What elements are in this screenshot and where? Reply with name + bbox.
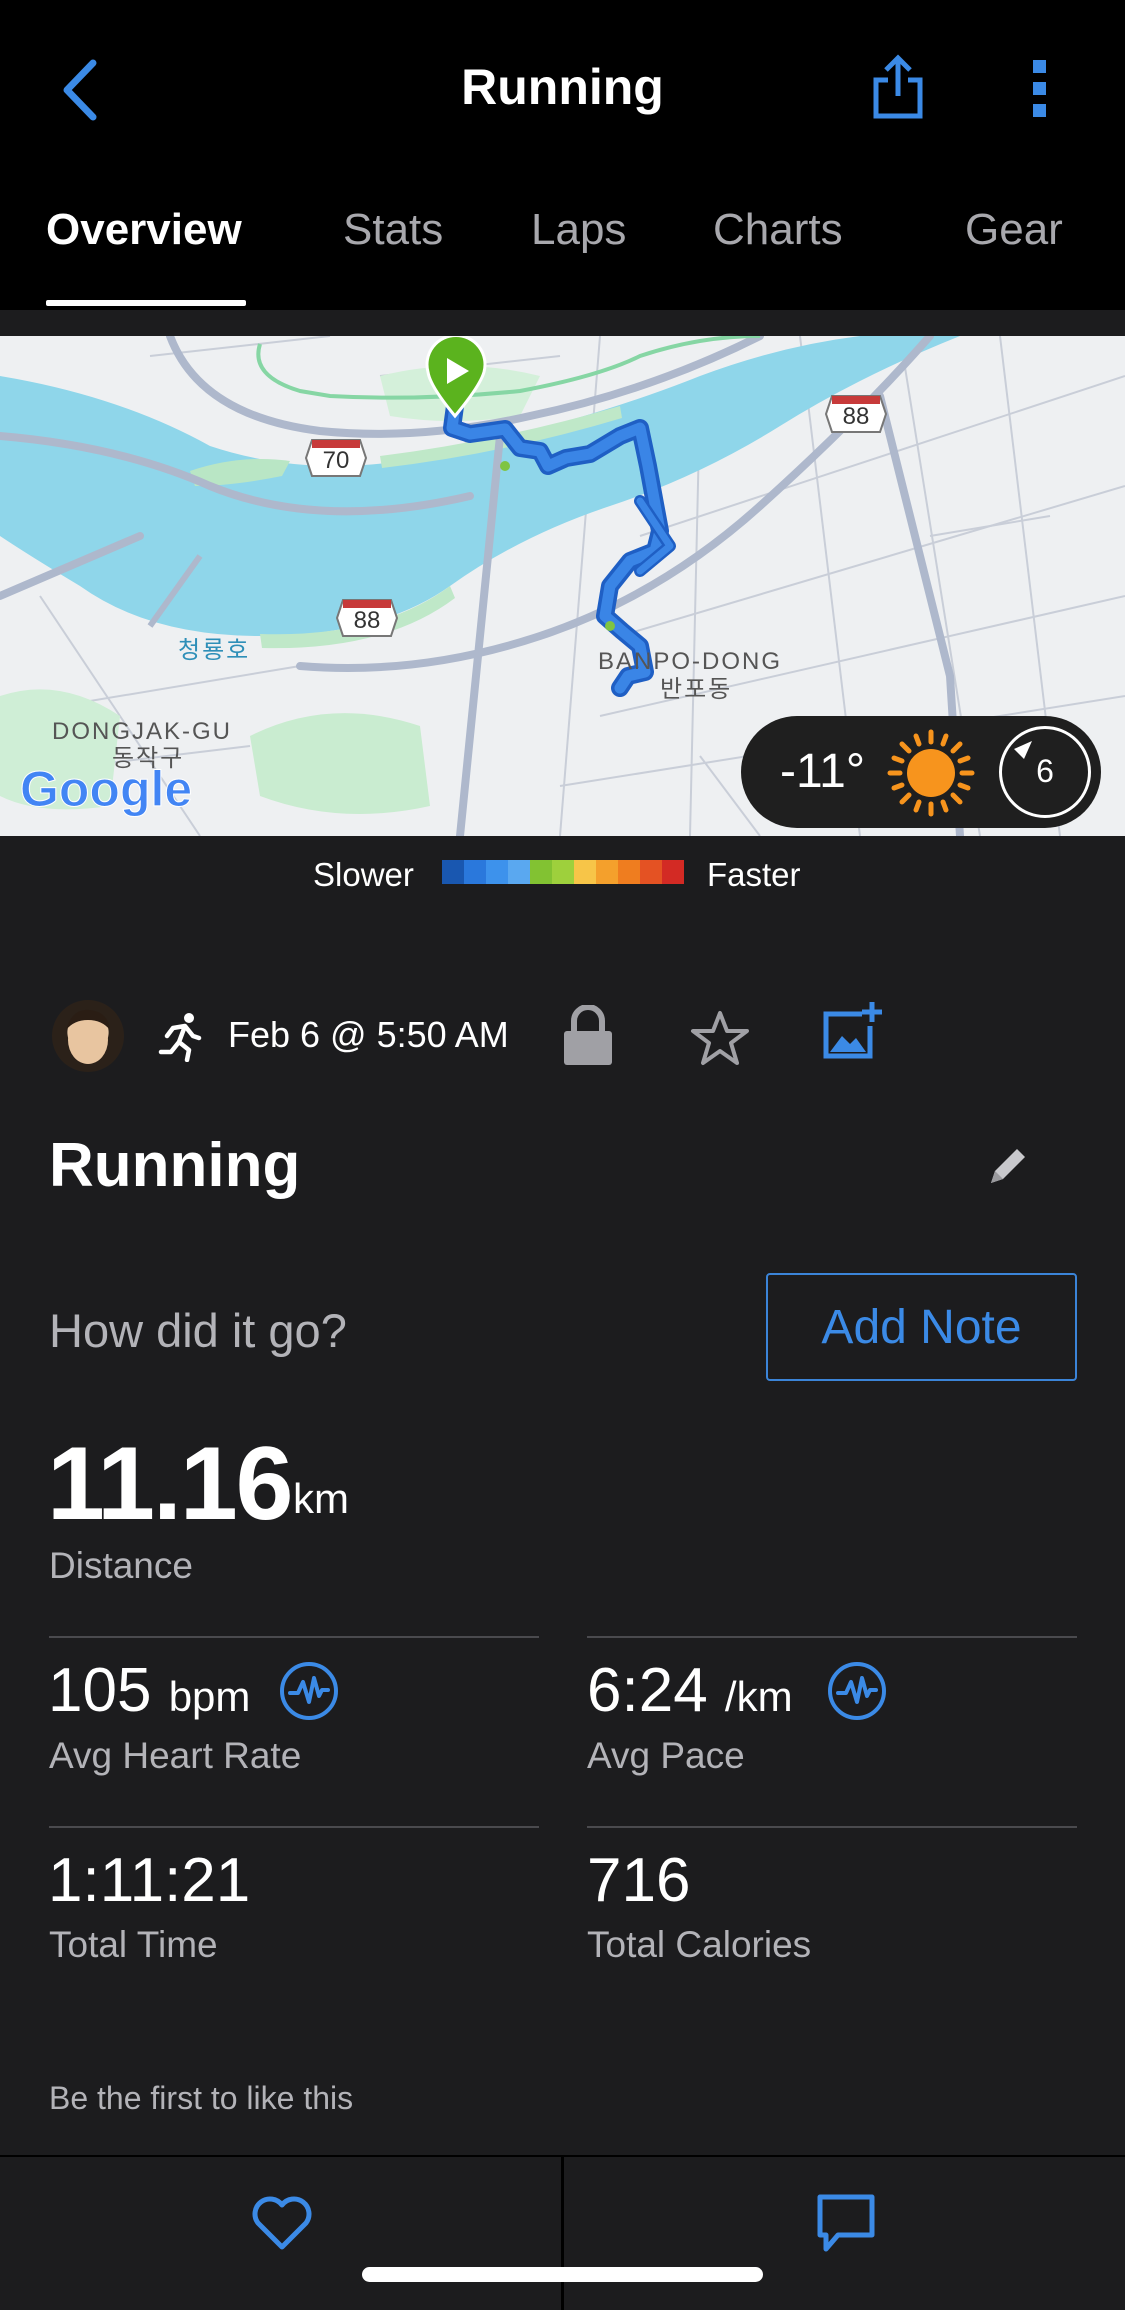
avg-heart-rate-stat: 105 bpm xyxy=(48,1655,250,1726)
star-icon xyxy=(691,1011,749,1065)
total-time-label: Total Time xyxy=(49,1924,218,1965)
divider xyxy=(49,1636,539,1638)
pace-color-swatch xyxy=(596,860,618,884)
legend-slower-label: Slower xyxy=(313,856,414,893)
svg-text:청룡호: 청룡호 xyxy=(178,637,250,664)
temperature: -11° xyxy=(780,745,866,798)
comment-button[interactable] xyxy=(816,2193,876,2255)
svg-text:88: 88 xyxy=(843,403,870,430)
svg-text:70: 70 xyxy=(323,447,350,474)
runner-icon xyxy=(158,1013,202,1062)
total-time-value: 1:11:21 xyxy=(48,1846,251,1915)
like-button[interactable] xyxy=(250,2195,314,2251)
avg-pace-unit: /km xyxy=(724,1673,793,1720)
svg-text:88: 88 xyxy=(354,607,381,634)
page-title: Running xyxy=(461,59,664,115)
distance-value: 11.16 xyxy=(47,1426,294,1542)
pace-color-swatch xyxy=(574,860,596,884)
heart-icon xyxy=(252,2196,312,2250)
likes-text: Be the first to like this xyxy=(49,2080,354,2116)
pace-color-swatch xyxy=(640,860,662,884)
pace-color-swatch xyxy=(486,860,508,884)
pace-color-swatch xyxy=(530,860,552,884)
lock-icon xyxy=(564,1004,612,1065)
more-vertical-icon xyxy=(1033,60,1046,117)
sun-icon xyxy=(887,729,975,817)
pace-color-swatch xyxy=(442,860,464,884)
tab-gear[interactable]: Gear xyxy=(965,205,1063,255)
pace-color-swatch xyxy=(552,860,574,884)
tab-overview[interactable]: Overview xyxy=(46,205,242,255)
activity-date: Feb 6 @ 5:50 AM xyxy=(228,1014,509,1055)
pace-color-swatch xyxy=(618,860,640,884)
divider xyxy=(561,2155,564,2310)
home-indicator xyxy=(362,2267,763,2282)
weather-badge: -11° 6 xyxy=(741,716,1101,828)
pencil-icon xyxy=(991,1149,1025,1183)
app-header: Running Overview Stats Laps Charts Gear xyxy=(0,0,1125,310)
distance-unit: km xyxy=(293,1475,349,1522)
note-prompt: How did it go? xyxy=(49,1304,347,1357)
pace-legend: Slower Faster xyxy=(0,836,1125,906)
divider xyxy=(587,1636,1077,1638)
svg-text:DONGJAK-GU: DONGJAK-GU xyxy=(52,718,232,745)
privacy-button[interactable] xyxy=(562,1004,614,1067)
total-calories-label: Total Calories xyxy=(587,1924,812,1965)
divider xyxy=(587,1826,1077,1828)
add-photo-button[interactable] xyxy=(822,1000,884,1062)
pace-color-swatch xyxy=(464,860,486,884)
more-options-button[interactable] xyxy=(1025,58,1055,120)
avg-pace-value: 6:24 xyxy=(587,1656,708,1725)
avg-heart-rate-unit: bpm xyxy=(168,1673,251,1720)
total-calories-value: 716 xyxy=(587,1846,691,1915)
avg-heart-rate-value: 105 xyxy=(48,1656,152,1725)
heart-rate-chart-icon[interactable] xyxy=(278,1660,340,1722)
distance-label: Distance xyxy=(49,1545,193,1586)
divider xyxy=(49,1826,539,1828)
add-photo-icon xyxy=(823,1002,882,1059)
add-note-button[interactable]: Add Note xyxy=(766,1273,1077,1381)
legend-faster-label: Faster xyxy=(707,856,801,893)
avg-heart-rate-label: Avg Heart Rate xyxy=(49,1735,302,1776)
svg-text:반포동: 반포동 xyxy=(660,676,732,703)
avatar[interactable] xyxy=(52,1000,124,1072)
share-button[interactable] xyxy=(868,54,928,120)
google-attribution: Google xyxy=(20,761,192,817)
edit-name-button[interactable] xyxy=(987,1143,1031,1187)
tab-laps[interactable]: Laps xyxy=(531,205,626,255)
tab-charts[interactable]: Charts xyxy=(713,205,843,255)
wind-direction-icon: 6 xyxy=(999,726,1091,818)
pace-color-swatch xyxy=(508,860,530,884)
tab-stats[interactable]: Stats xyxy=(343,205,443,255)
share-icon xyxy=(873,54,923,119)
wind-speed: 6 xyxy=(1036,753,1054,789)
pace-color-scale xyxy=(442,860,684,884)
comment-icon xyxy=(817,2194,875,2252)
divider xyxy=(0,310,1125,336)
active-tab-indicator xyxy=(46,300,246,306)
pace-chart-icon[interactable] xyxy=(826,1660,888,1722)
favorite-button[interactable] xyxy=(690,1010,750,1066)
activity-name: Running xyxy=(49,1131,301,1200)
svg-text:BANPO-DONG: BANPO-DONG xyxy=(598,648,782,675)
pace-color-swatch xyxy=(662,860,684,884)
avg-pace-label: Avg Pace xyxy=(587,1735,745,1776)
avg-pace-stat: 6:24 /km xyxy=(587,1655,793,1726)
tab-bar: Overview Stats Laps Charts Gear xyxy=(0,205,1125,310)
